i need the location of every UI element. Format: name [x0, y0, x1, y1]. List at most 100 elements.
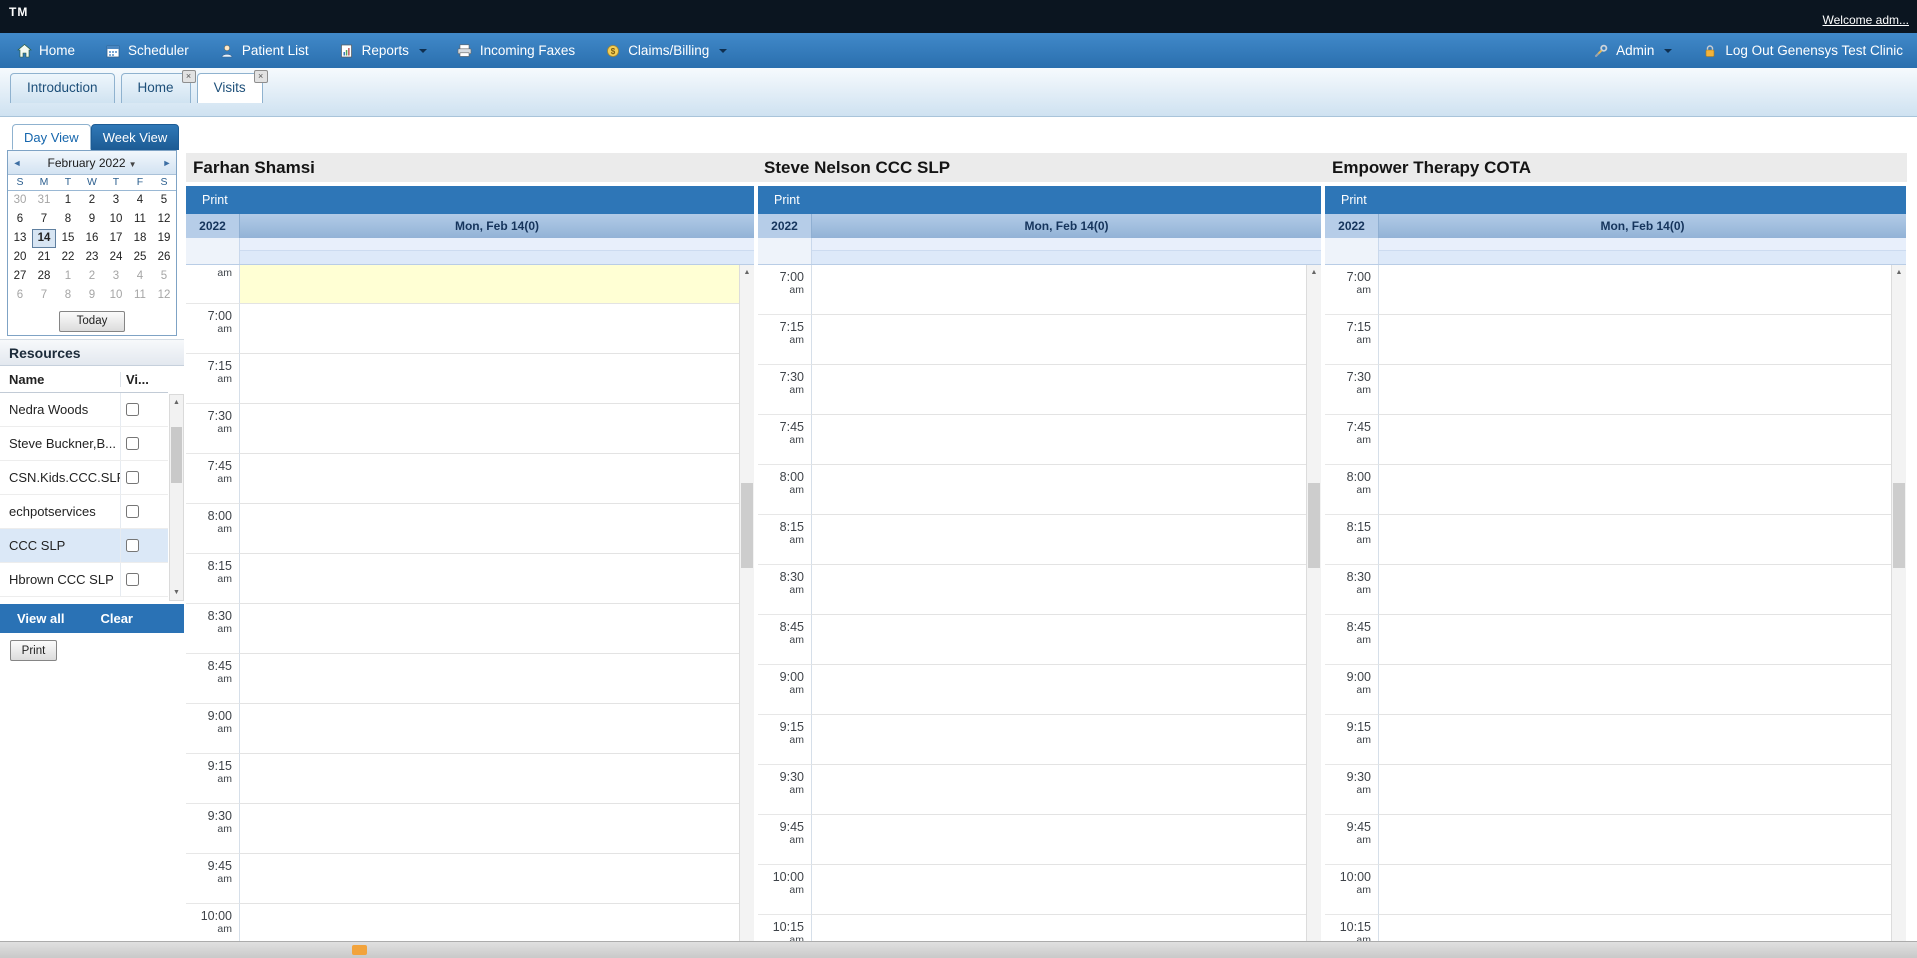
today-button[interactable]: Today — [59, 311, 125, 332]
calendar-day[interactable]: 23 — [80, 248, 104, 267]
calendar-day[interactable]: 3 — [104, 267, 128, 286]
column-year-cell[interactable]: 2022 — [186, 214, 240, 238]
calendar-day[interactable]: 21 — [32, 248, 56, 267]
calendar-day[interactable]: 7 — [32, 210, 56, 229]
time-slot-cell[interactable] — [812, 265, 1321, 315]
time-slot-cell[interactable] — [240, 654, 754, 704]
resource-visible-checkbox[interactable] — [126, 471, 139, 484]
time-slot-cell[interactable] — [812, 765, 1321, 815]
time-slot-cell[interactable] — [240, 704, 754, 754]
vertical-scrollbar[interactable]: ▲ — [739, 265, 754, 941]
calendar-day[interactable]: 20 — [8, 248, 32, 267]
time-slot-cell[interactable] — [812, 665, 1321, 715]
column-print-link[interactable]: Print — [1341, 193, 1367, 207]
time-slot-cell[interactable] — [812, 915, 1321, 941]
resource-visible-checkbox[interactable] — [126, 403, 139, 416]
all-day-cell[interactable] — [240, 238, 754, 264]
time-slot-cell[interactable] — [1379, 715, 1906, 765]
nav-item-claims-billing[interactable]: $Claims/Billing — [605, 43, 727, 59]
calendar-day[interactable]: 18 — [128, 229, 152, 248]
column-date-cell[interactable]: Mon, Feb 14(0) — [240, 214, 754, 238]
nav-item-log-out-genensys-test-clinic[interactable]: Log Out Genensys Test Clinic — [1702, 43, 1903, 59]
column-date-cell[interactable]: Mon, Feb 14(0) — [812, 214, 1321, 238]
calendar-day[interactable]: 19 — [152, 229, 176, 248]
time-slot-cell[interactable] — [240, 504, 754, 554]
time-slot-cell[interactable] — [240, 904, 754, 941]
time-slot-cell[interactable] — [240, 604, 754, 654]
scroll-up-arrow[interactable]: ▲ — [170, 395, 183, 410]
tab-home[interactable]: Home× — [121, 73, 191, 103]
time-slot-cell[interactable] — [1379, 815, 1906, 865]
view-all-link[interactable]: View all — [17, 611, 64, 626]
calendar-day[interactable]: 12 — [152, 210, 176, 229]
calendar-day[interactable]: 11 — [128, 210, 152, 229]
calendar-day[interactable]: 22 — [56, 248, 80, 267]
time-slot-cell[interactable] — [812, 865, 1321, 915]
calendar-day[interactable]: 6 — [8, 210, 32, 229]
scroll-thumb[interactable] — [1893, 483, 1905, 568]
nav-item-incoming-faxes[interactable]: Incoming Faxes — [457, 43, 575, 59]
time-slot-cell[interactable] — [1379, 465, 1906, 515]
column-print-link[interactable]: Print — [774, 193, 800, 207]
time-slot-cell[interactable] — [812, 515, 1321, 565]
close-icon[interactable]: × — [254, 70, 268, 83]
time-slot-cell[interactable] — [812, 615, 1321, 665]
resources-column-name[interactable]: Name — [0, 372, 120, 387]
calendar-day[interactable]: 2 — [80, 191, 104, 210]
calendar-day[interactable]: 10 — [104, 286, 128, 305]
time-slot-cell[interactable] — [812, 565, 1321, 615]
calendar-day[interactable]: 4 — [128, 267, 152, 286]
time-slot-cell[interactable] — [240, 554, 754, 604]
time-slot-cell[interactable] — [1379, 565, 1906, 615]
time-slot-cell[interactable] — [240, 404, 754, 454]
tab-visits[interactable]: Visits× — [197, 73, 263, 103]
time-slot-cell[interactable] — [812, 465, 1321, 515]
calendar-day[interactable]: 25 — [128, 248, 152, 267]
resource-visible-checkbox[interactable] — [126, 505, 139, 518]
resource-row[interactable]: CCC SLP — [0, 529, 168, 563]
calendar-day[interactable]: 14 — [32, 229, 56, 248]
view-tab-day-view[interactable]: Day View — [12, 124, 91, 150]
calendar-day[interactable]: 27 — [8, 267, 32, 286]
calendar-day[interactable]: 15 — [56, 229, 80, 248]
time-slot-cell[interactable] — [1379, 665, 1906, 715]
time-slot-cell[interactable] — [1379, 365, 1906, 415]
calendar-day[interactable]: 2 — [80, 267, 104, 286]
time-slot-cell[interactable] — [812, 365, 1321, 415]
scroll-up-arrow[interactable]: ▲ — [1307, 265, 1321, 280]
calendar-day[interactable]: 1 — [56, 267, 80, 286]
scroll-thumb[interactable] — [1308, 483, 1320, 568]
time-slot-cell[interactable] — [1379, 515, 1906, 565]
time-slot-cell[interactable] — [240, 854, 754, 904]
nav-item-patient-list[interactable]: Patient List — [219, 43, 309, 59]
time-slot-cell[interactable] — [1379, 315, 1906, 365]
nav-item-admin[interactable]: Admin — [1593, 43, 1672, 59]
calendar-day[interactable]: 10 — [104, 210, 128, 229]
nav-item-reports[interactable]: Reports — [339, 43, 427, 59]
calendar-day[interactable]: 9 — [80, 210, 104, 229]
vertical-scrollbar[interactable]: ▲ — [1306, 265, 1321, 941]
nav-item-home[interactable]: Home — [16, 43, 75, 59]
calendar-day[interactable]: 31 — [32, 191, 56, 210]
scroll-thumb[interactable] — [741, 483, 753, 568]
calendar-day[interactable]: 7 — [32, 286, 56, 305]
time-slot-cell[interactable] — [812, 415, 1321, 465]
horizontal-scrollbar[interactable] — [0, 941, 1917, 958]
resources-column-visible[interactable]: Vi... — [120, 372, 168, 387]
time-slot-cell[interactable] — [240, 754, 754, 804]
scroll-thumb[interactable] — [171, 427, 182, 483]
calendar-day[interactable]: 3 — [104, 191, 128, 210]
scroll-up-arrow[interactable]: ▲ — [740, 265, 754, 280]
sidebar-print-button[interactable]: Print — [10, 640, 57, 661]
view-tab-week-view[interactable]: Week View — [91, 124, 180, 150]
resource-row[interactable]: Nedra Woods — [0, 393, 168, 427]
calendar-day[interactable]: 6 — [8, 286, 32, 305]
time-slot-cell[interactable] — [1379, 615, 1906, 665]
close-icon[interactable]: × — [182, 70, 196, 83]
resource-visible-checkbox[interactable] — [126, 437, 139, 450]
calendar-day[interactable]: 1 — [56, 191, 80, 210]
calendar-day[interactable]: 13 — [8, 229, 32, 248]
resource-row[interactable]: Steve Buckner,B... — [0, 427, 168, 461]
calendar-day[interactable]: 16 — [80, 229, 104, 248]
calendar-day[interactable]: 5 — [152, 267, 176, 286]
